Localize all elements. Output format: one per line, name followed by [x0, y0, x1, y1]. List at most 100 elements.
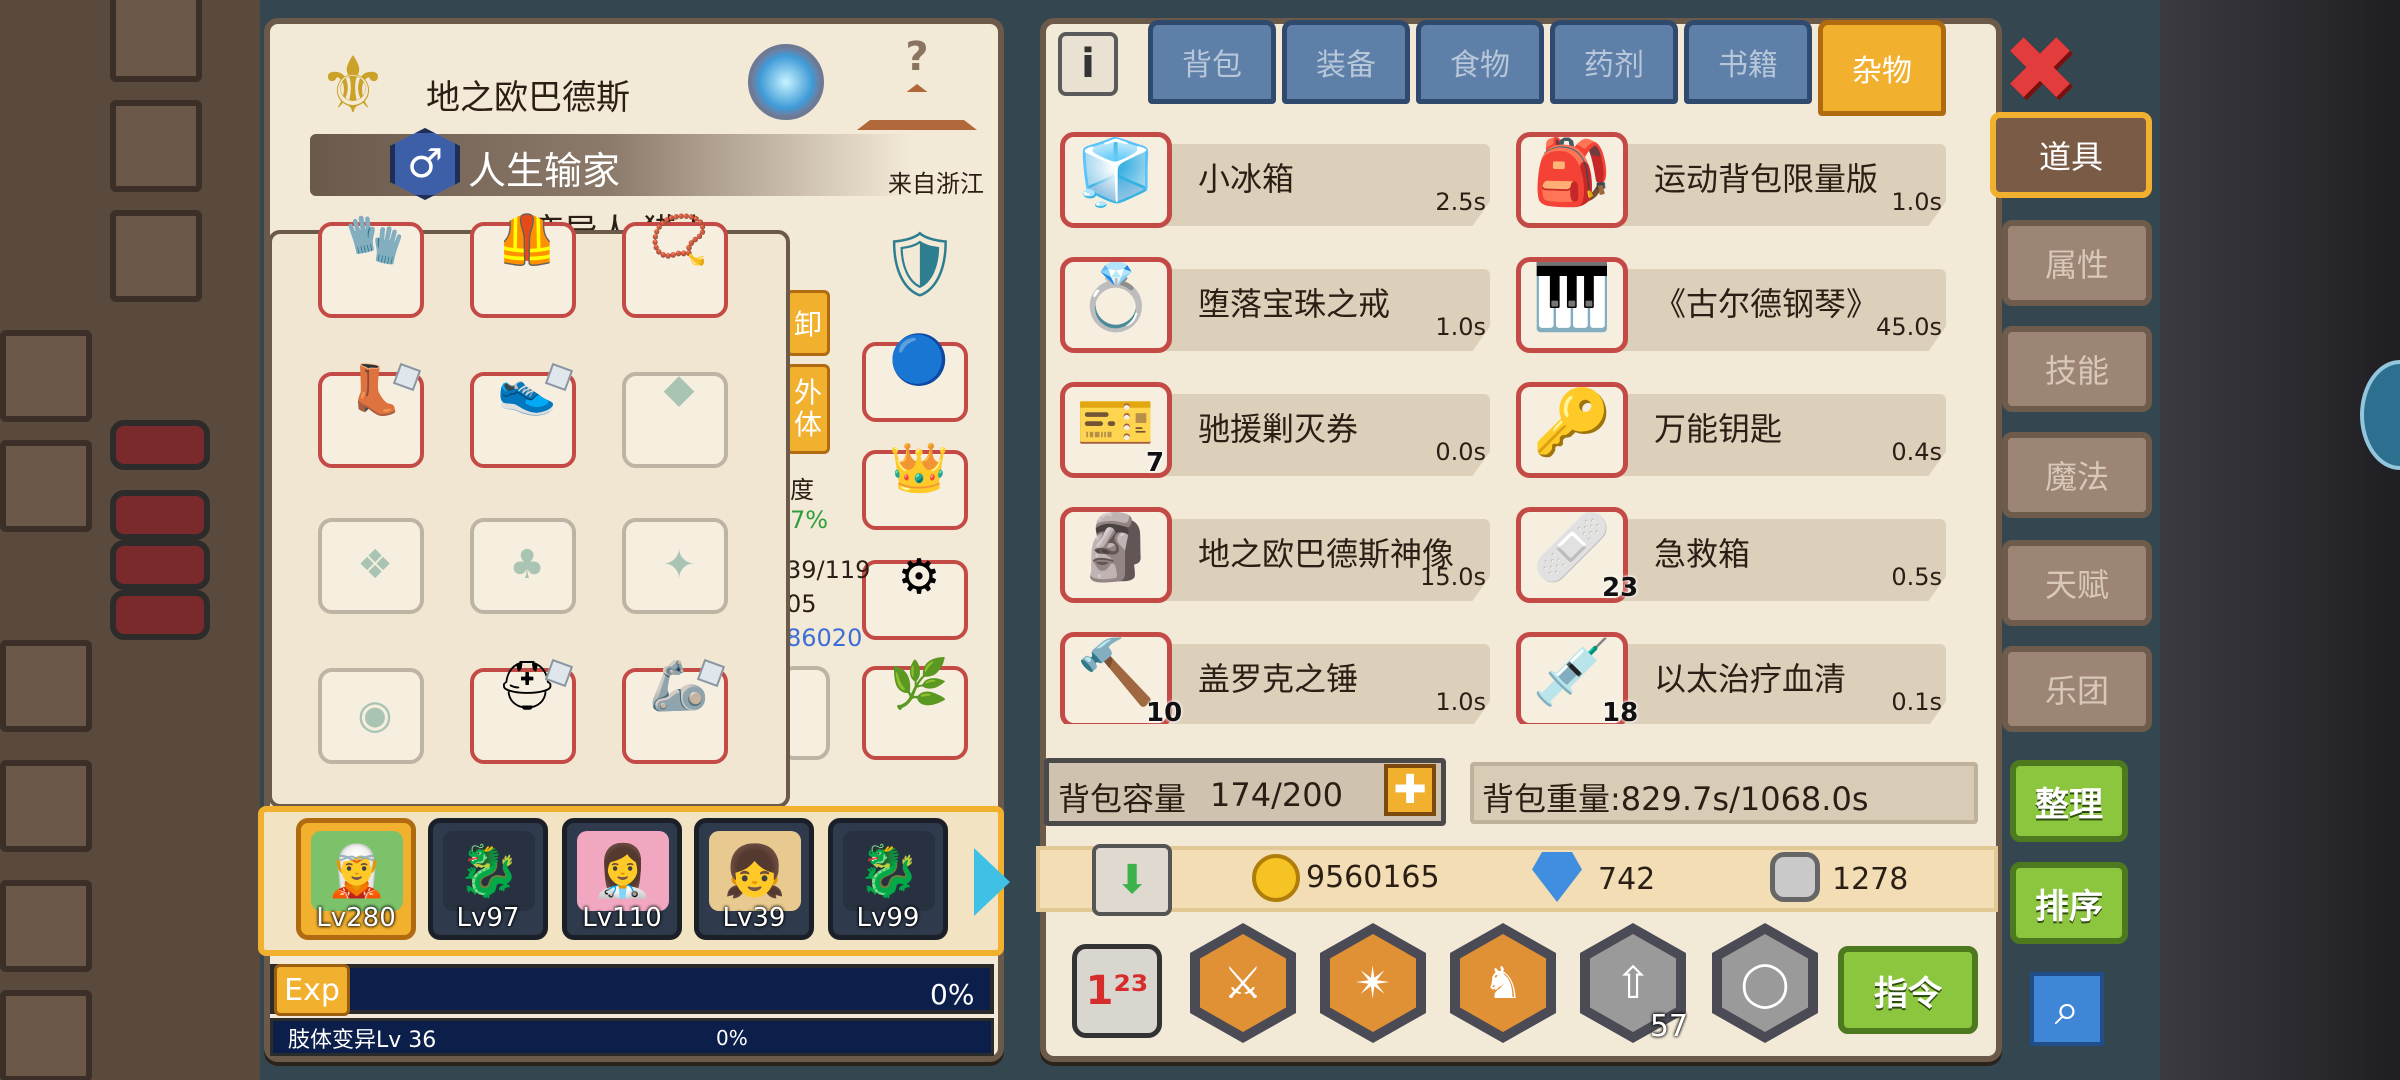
party-portrait-icon: 🧝 [311, 831, 403, 911]
stat-value: 05 [786, 590, 817, 618]
equip-slot-helmet[interactable]: ⛑ [470, 658, 576, 764]
close-icon[interactable]: ✖ [2000, 25, 2080, 115]
equip-slot-crown[interactable]: 👑 [862, 440, 968, 530]
expand-bag-button[interactable]: ✚ [1384, 764, 1436, 816]
item-list: 🧊 小冰箱 2.5s 🎒 运动背包限量版 1.0s 💍 堕落宝珠之戒 1.0s 🎹 《古尔德钢琴》 4… [1060, 124, 1990, 724]
item-count: 10 [1146, 698, 1183, 724]
emblem-shield-icon[interactable]: 🛡 [870, 212, 970, 316]
skill-slot-4[interactable]: ⇧ 57 [1578, 918, 1688, 1048]
appearance-button[interactable]: 外 体 [786, 364, 830, 454]
party-next-arrow-icon[interactable] [974, 848, 1010, 916]
party-level: Lv97 [456, 903, 520, 933]
limb-exp-percent: 0% [716, 1026, 748, 1050]
party-member[interactable]: 👧 Lv39 [694, 818, 814, 940]
equip-slot-empty-eye[interactable]: ◉ [318, 668, 424, 764]
item-card[interactable]: 🎒 运动背包限量版 1.0s [1516, 124, 1956, 228]
item-weight: 2.5s [1435, 188, 1486, 216]
equip-slot-empty-3[interactable]: ✦ [622, 518, 728, 614]
item-card[interactable]: 🧊 小冰箱 2.5s [1060, 124, 1500, 228]
tab-1[interactable]: 背包 [1148, 20, 1276, 104]
equip-slot-bracer[interactable]: 🔵 [862, 332, 968, 422]
game-screen: { "character": { "name": "地之欧巴德斯", "titl… [0, 0, 2400, 1080]
stat-blue-value: 86020 [786, 624, 863, 652]
item-name: 盖罗克之锤 [1198, 660, 1359, 698]
side-menu-item-5[interactable]: 天赋 [2002, 540, 2152, 626]
equip-slot-amulet[interactable]: 📿 [622, 212, 728, 318]
stat-rate-value: 7% [790, 506, 829, 534]
download-icon[interactable]: ⬇ [1092, 844, 1172, 916]
tab-3[interactable]: 食物 [1416, 20, 1544, 104]
item-card[interactable]: 🔑 万能钥匙 0.4s [1516, 374, 1956, 478]
sort-button[interactable]: 整理 [2010, 760, 2128, 842]
skill-slot-2[interactable]: ✴ [1318, 918, 1428, 1048]
silver-amount: 1278 [1832, 862, 1909, 897]
item-weight: 0.0s [1435, 438, 1486, 466]
tab-4[interactable]: 药剂 [1550, 20, 1678, 104]
armor-icon: ⚙ [897, 549, 941, 605]
scene-left-wall [0, 0, 260, 1080]
item-weight: 1.0s [1435, 313, 1486, 341]
item-name: 地之欧巴德斯神像 [1198, 535, 1455, 573]
party-member[interactable]: 🧝 Lv280 [296, 818, 416, 940]
sword-skill-icon: ⚔ [1200, 934, 1286, 1032]
party-level: Lv39 [722, 903, 786, 933]
equip-slot-boots-red[interactable]: 👢 [318, 362, 424, 468]
item-card[interactable]: 🎹 《古尔德钢琴》 45.0s [1516, 249, 1956, 353]
item-card[interactable]: 💍 堕落宝珠之戒 1.0s [1060, 249, 1500, 353]
party-portrait-icon: 🐉 [843, 831, 935, 911]
limb-exp-label: 肢体变异Lv 36 [288, 1028, 437, 1053]
eye-placeholder-icon: ◉ [357, 692, 393, 738]
tab-5[interactable]: 书籍 [1684, 20, 1812, 104]
command-button[interactable]: 指令 [1838, 946, 1978, 1034]
portal-icon[interactable] [736, 34, 836, 130]
exp-badge: Exp [274, 964, 350, 1016]
equip-slot-empty-1[interactable]: ❖ [318, 518, 424, 614]
party-member[interactable]: 🐉 Lv99 [828, 818, 948, 940]
item-card[interactable]: 🗿 地之欧巴德斯神像 15.0s [1060, 499, 1500, 603]
party-portrait-icon: 🐉 [443, 831, 535, 911]
search-icon[interactable]: ⌕ [2030, 972, 2104, 1046]
shuriken-skill-icon: ✴ [1330, 934, 1416, 1032]
equip-slot-gloves[interactable]: 🧤 [318, 212, 424, 318]
party-member[interactable]: 👩‍⚕️ Lv110 [562, 818, 682, 940]
item-name: 驰援剿灭券 [1198, 410, 1359, 448]
item-card[interactable]: 🎫 驰援剿灭券 0.0s 7 [1060, 374, 1500, 478]
side-menu-item-1[interactable]: 道具 [1990, 112, 2152, 198]
skill-badge-count: 57 [1649, 1009, 1688, 1044]
equip-slot-pants[interactable]: 🦺 [470, 212, 576, 318]
crown-icon: 👑 [889, 439, 949, 496]
character-title: 人生输家 [468, 149, 621, 193]
skill-slot-1[interactable]: ⚔ [1188, 918, 1298, 1048]
bag-weight-label: 背包重量:829.7s/1068.0s [1482, 780, 1869, 818]
number-toggle-icon[interactable]: 1²³ [1072, 944, 1162, 1038]
equip-slot-sneakers[interactable]: 👟 [470, 362, 576, 468]
unload-button[interactable]: 卸 [786, 290, 830, 356]
skill-slot-3[interactable]: ♞ [1448, 918, 1558, 1048]
party-portrait-icon: 👩‍⚕️ [577, 831, 669, 911]
item-card[interactable]: 🔨 盖罗克之锤 1.0s 10 [1060, 624, 1500, 724]
blue-orb-icon[interactable] [2360, 360, 2400, 470]
equip-slot-shoulder[interactable]: 🦾 [622, 658, 728, 764]
equip-slot-empty-2[interactable]: ♣ [470, 518, 576, 614]
tab-2[interactable]: 装备 [1282, 20, 1410, 104]
exp-bar [270, 964, 994, 1014]
side-menu-item-2[interactable]: 属性 [2002, 220, 2152, 306]
equip-slot-empty-chest[interactable]: ◆ [622, 366, 728, 468]
tab-6[interactable]: 杂物 [1818, 20, 1946, 116]
equip-slot-wreath[interactable]: 🌿 [862, 656, 968, 760]
character-name: 地之欧巴德斯 [426, 78, 630, 118]
item-card[interactable]: 💉 以太治疗血清 0.1s 18 [1516, 624, 1956, 724]
item-count: 18 [1602, 698, 1639, 724]
equip-slot-armor[interactable]: ⚙ [862, 549, 968, 640]
side-menu-item-6[interactable]: 乐团 [2002, 646, 2152, 732]
scene-right-wall [2160, 0, 2400, 1080]
item-weight: 45.0s [1876, 313, 1942, 341]
skill-slot-5[interactable]: ◯ [1710, 918, 1820, 1048]
side-menu-item-3[interactable]: 技能 [2002, 326, 2152, 412]
item-card[interactable]: 🩹 急救箱 0.5s 23 [1516, 499, 1956, 603]
party-member[interactable]: 🐉 Lv97 [428, 818, 548, 940]
info-icon[interactable]: i [1058, 32, 1118, 96]
order-button[interactable]: 排序 [2010, 862, 2128, 944]
side-menu-item-4[interactable]: 魔法 [2002, 432, 2152, 518]
hanger-icon[interactable]: ? [852, 30, 982, 130]
